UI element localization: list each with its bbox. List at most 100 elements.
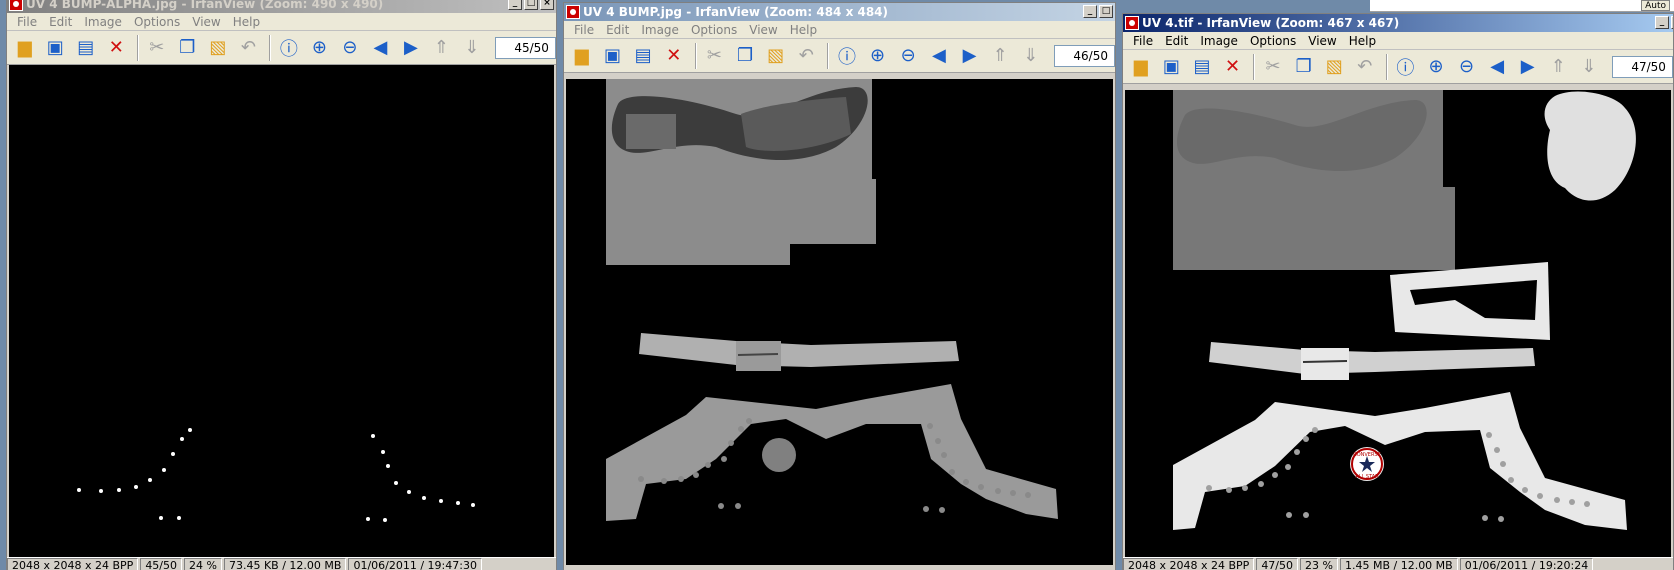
menu-edit[interactable]: Edit xyxy=(43,15,78,29)
irfanview-icon xyxy=(566,5,580,19)
paste-icon[interactable]: ▧ xyxy=(1320,53,1348,81)
status-bar: 2048 x 2048 x 24 BPP 47/50 23 % 1.45 MB … xyxy=(1123,557,1673,570)
minimize-button[interactable]: _ xyxy=(508,0,522,10)
menu-file[interactable]: File xyxy=(568,23,600,37)
copy-icon[interactable]: ❐ xyxy=(174,34,202,62)
info-icon[interactable]: ⓘ xyxy=(833,42,861,70)
bump-texture-image xyxy=(606,79,1058,521)
status-filesize: 1.45 MB / 12.00 MB xyxy=(1339,558,1458,570)
open-folder-icon[interactable]: ▆ xyxy=(11,34,39,62)
last-page-icon[interactable]: ⇓ xyxy=(458,34,486,62)
copy-icon[interactable]: ❐ xyxy=(1290,53,1318,81)
paste-icon[interactable]: ▧ xyxy=(762,42,790,70)
next-icon[interactable]: ▶ xyxy=(1514,53,1542,81)
menu-options[interactable]: Options xyxy=(685,23,743,37)
toolbar-separator xyxy=(694,42,697,69)
menu-image[interactable]: Image xyxy=(1194,34,1244,48)
menu-help[interactable]: Help xyxy=(227,15,266,29)
delete-icon[interactable]: ✕ xyxy=(103,34,131,62)
zoom-out-icon[interactable]: ⊖ xyxy=(1453,53,1481,81)
zoom-out-icon[interactable]: ⊖ xyxy=(336,34,364,62)
delete-icon[interactable]: ✕ xyxy=(660,42,688,70)
status-bar: 2048 x 2048 x 24 BPP 45/50 24 % 73.45 KB… xyxy=(7,557,556,570)
window-title: UV 4 BUMP-ALPHA.jpg - IrfanView (Zoom: 4… xyxy=(26,0,384,11)
first-page-icon[interactable]: ⇑ xyxy=(428,34,456,62)
menu-edit[interactable]: Edit xyxy=(600,23,635,37)
last-page-icon[interactable]: ⇓ xyxy=(1017,42,1045,70)
menu-image[interactable]: Image xyxy=(78,15,128,29)
menu-help[interactable]: Help xyxy=(1343,34,1382,48)
menu-help[interactable]: Help xyxy=(784,23,823,37)
status-page: 47/50 xyxy=(1256,558,1299,570)
menu-edit[interactable]: Edit xyxy=(1159,34,1194,48)
delete-icon[interactable]: ✕ xyxy=(1219,53,1247,81)
menu-file[interactable]: File xyxy=(11,15,43,29)
paste-icon[interactable]: ▧ xyxy=(204,34,232,62)
auto-button[interactable]: Auto xyxy=(1641,0,1670,11)
status-date: 01/06/2011 / 19:20:24 xyxy=(1459,558,1594,570)
status-dimensions: 2048 x 2048 x 24 BPP xyxy=(7,558,139,570)
save-icon[interactable]: ▤ xyxy=(629,42,657,70)
title-bar[interactable]: UV 4.tif - IrfanView (Zoom: 467 x 467) _… xyxy=(1123,14,1673,32)
save-icon[interactable]: ▤ xyxy=(72,34,100,62)
undo-icon[interactable]: ↶ xyxy=(1351,53,1379,81)
close-button[interactable]: × xyxy=(540,0,554,10)
undo-icon[interactable]: ↶ xyxy=(792,42,820,70)
image-canvas xyxy=(566,79,1113,565)
page-number-field[interactable]: 45/50 xyxy=(494,36,556,59)
last-page-icon[interactable]: ⇓ xyxy=(1575,53,1603,81)
cut-icon[interactable]: ✂ xyxy=(701,42,729,70)
slideshow-icon[interactable]: ▣ xyxy=(1158,53,1186,81)
menu-bar: File Edit Image Options View Help xyxy=(564,21,1115,39)
menu-file[interactable]: File xyxy=(1127,34,1159,48)
first-page-icon[interactable]: ⇑ xyxy=(986,42,1014,70)
zoom-out-icon[interactable]: ⊖ xyxy=(894,42,922,70)
info-icon[interactable]: ⓘ xyxy=(275,34,303,62)
maximize-button[interactable]: □ xyxy=(1099,5,1113,18)
slideshow-icon[interactable]: ▣ xyxy=(599,42,627,70)
open-folder-icon[interactable]: ▆ xyxy=(1127,53,1155,81)
irfanview-icon xyxy=(1125,16,1139,30)
menu-image[interactable]: Image xyxy=(635,23,685,37)
minimize-button[interactable]: _ xyxy=(1083,5,1097,18)
save-icon[interactable]: ▤ xyxy=(1188,53,1216,81)
next-icon[interactable]: ▶ xyxy=(397,34,425,62)
zoom-in-icon[interactable]: ⊕ xyxy=(1422,53,1450,81)
allstar-logo-text: ALL STAR xyxy=(1355,474,1379,480)
menu-options[interactable]: Options xyxy=(1244,34,1302,48)
status-page: 45/50 xyxy=(140,558,183,570)
maximize-button[interactable]: □ xyxy=(524,0,538,10)
menu-bar: File Edit Image Options View Help xyxy=(7,13,556,31)
toolbar-separator xyxy=(1385,53,1388,80)
prev-icon[interactable]: ◀ xyxy=(367,34,395,62)
zoom-in-icon[interactable]: ⊕ xyxy=(306,34,334,62)
zoom-in-icon[interactable]: ⊕ xyxy=(864,42,892,70)
page-number-field[interactable]: 47/50 xyxy=(1611,55,1673,78)
menu-view[interactable]: View xyxy=(186,15,226,29)
menu-view[interactable]: View xyxy=(743,23,783,37)
status-date: 01/06/2011 / 19:47:30 xyxy=(348,558,482,570)
title-bar[interactable]: UV 4 BUMP.jpg - IrfanView (Zoom: 484 x 4… xyxy=(564,3,1115,21)
open-folder-icon[interactable]: ▆ xyxy=(568,42,596,70)
next-icon[interactable]: ▶ xyxy=(956,42,984,70)
cut-icon[interactable]: ✂ xyxy=(1259,53,1287,81)
menu-view[interactable]: View xyxy=(1302,34,1342,48)
page-number-field[interactable]: 46/50 xyxy=(1053,44,1115,67)
prev-icon[interactable]: ◀ xyxy=(925,42,953,70)
prev-icon[interactable]: ◀ xyxy=(1483,53,1511,81)
title-bar[interactable]: UV 4 BUMP-ALPHA.jpg - IrfanView (Zoom: 4… xyxy=(7,0,556,13)
cut-icon[interactable]: ✂ xyxy=(143,34,171,62)
first-page-icon[interactable]: ⇑ xyxy=(1545,53,1573,81)
alpha-dots-image xyxy=(77,428,475,522)
background-window-strip: Auto xyxy=(1370,0,1674,12)
toolbar-separator xyxy=(827,42,830,69)
copy-icon[interactable]: ❐ xyxy=(731,42,759,70)
minimize-button[interactable]: _ xyxy=(1655,16,1669,29)
info-icon[interactable]: ⓘ xyxy=(1392,53,1420,81)
menu-options[interactable]: Options xyxy=(128,15,186,29)
undo-icon[interactable]: ↶ xyxy=(235,34,263,62)
slideshow-icon[interactable]: ▣ xyxy=(42,34,70,62)
maximize-button[interactable]: □ xyxy=(1671,16,1673,29)
toolbar-separator xyxy=(269,34,272,61)
toolbar: ▆ ▣ ▤ ✕ ✂ ❐ ▧ ↶ ⓘ ⊕ ⊖ ◀ ▶ ⇑ ⇓ 47/50 xyxy=(1123,50,1673,84)
